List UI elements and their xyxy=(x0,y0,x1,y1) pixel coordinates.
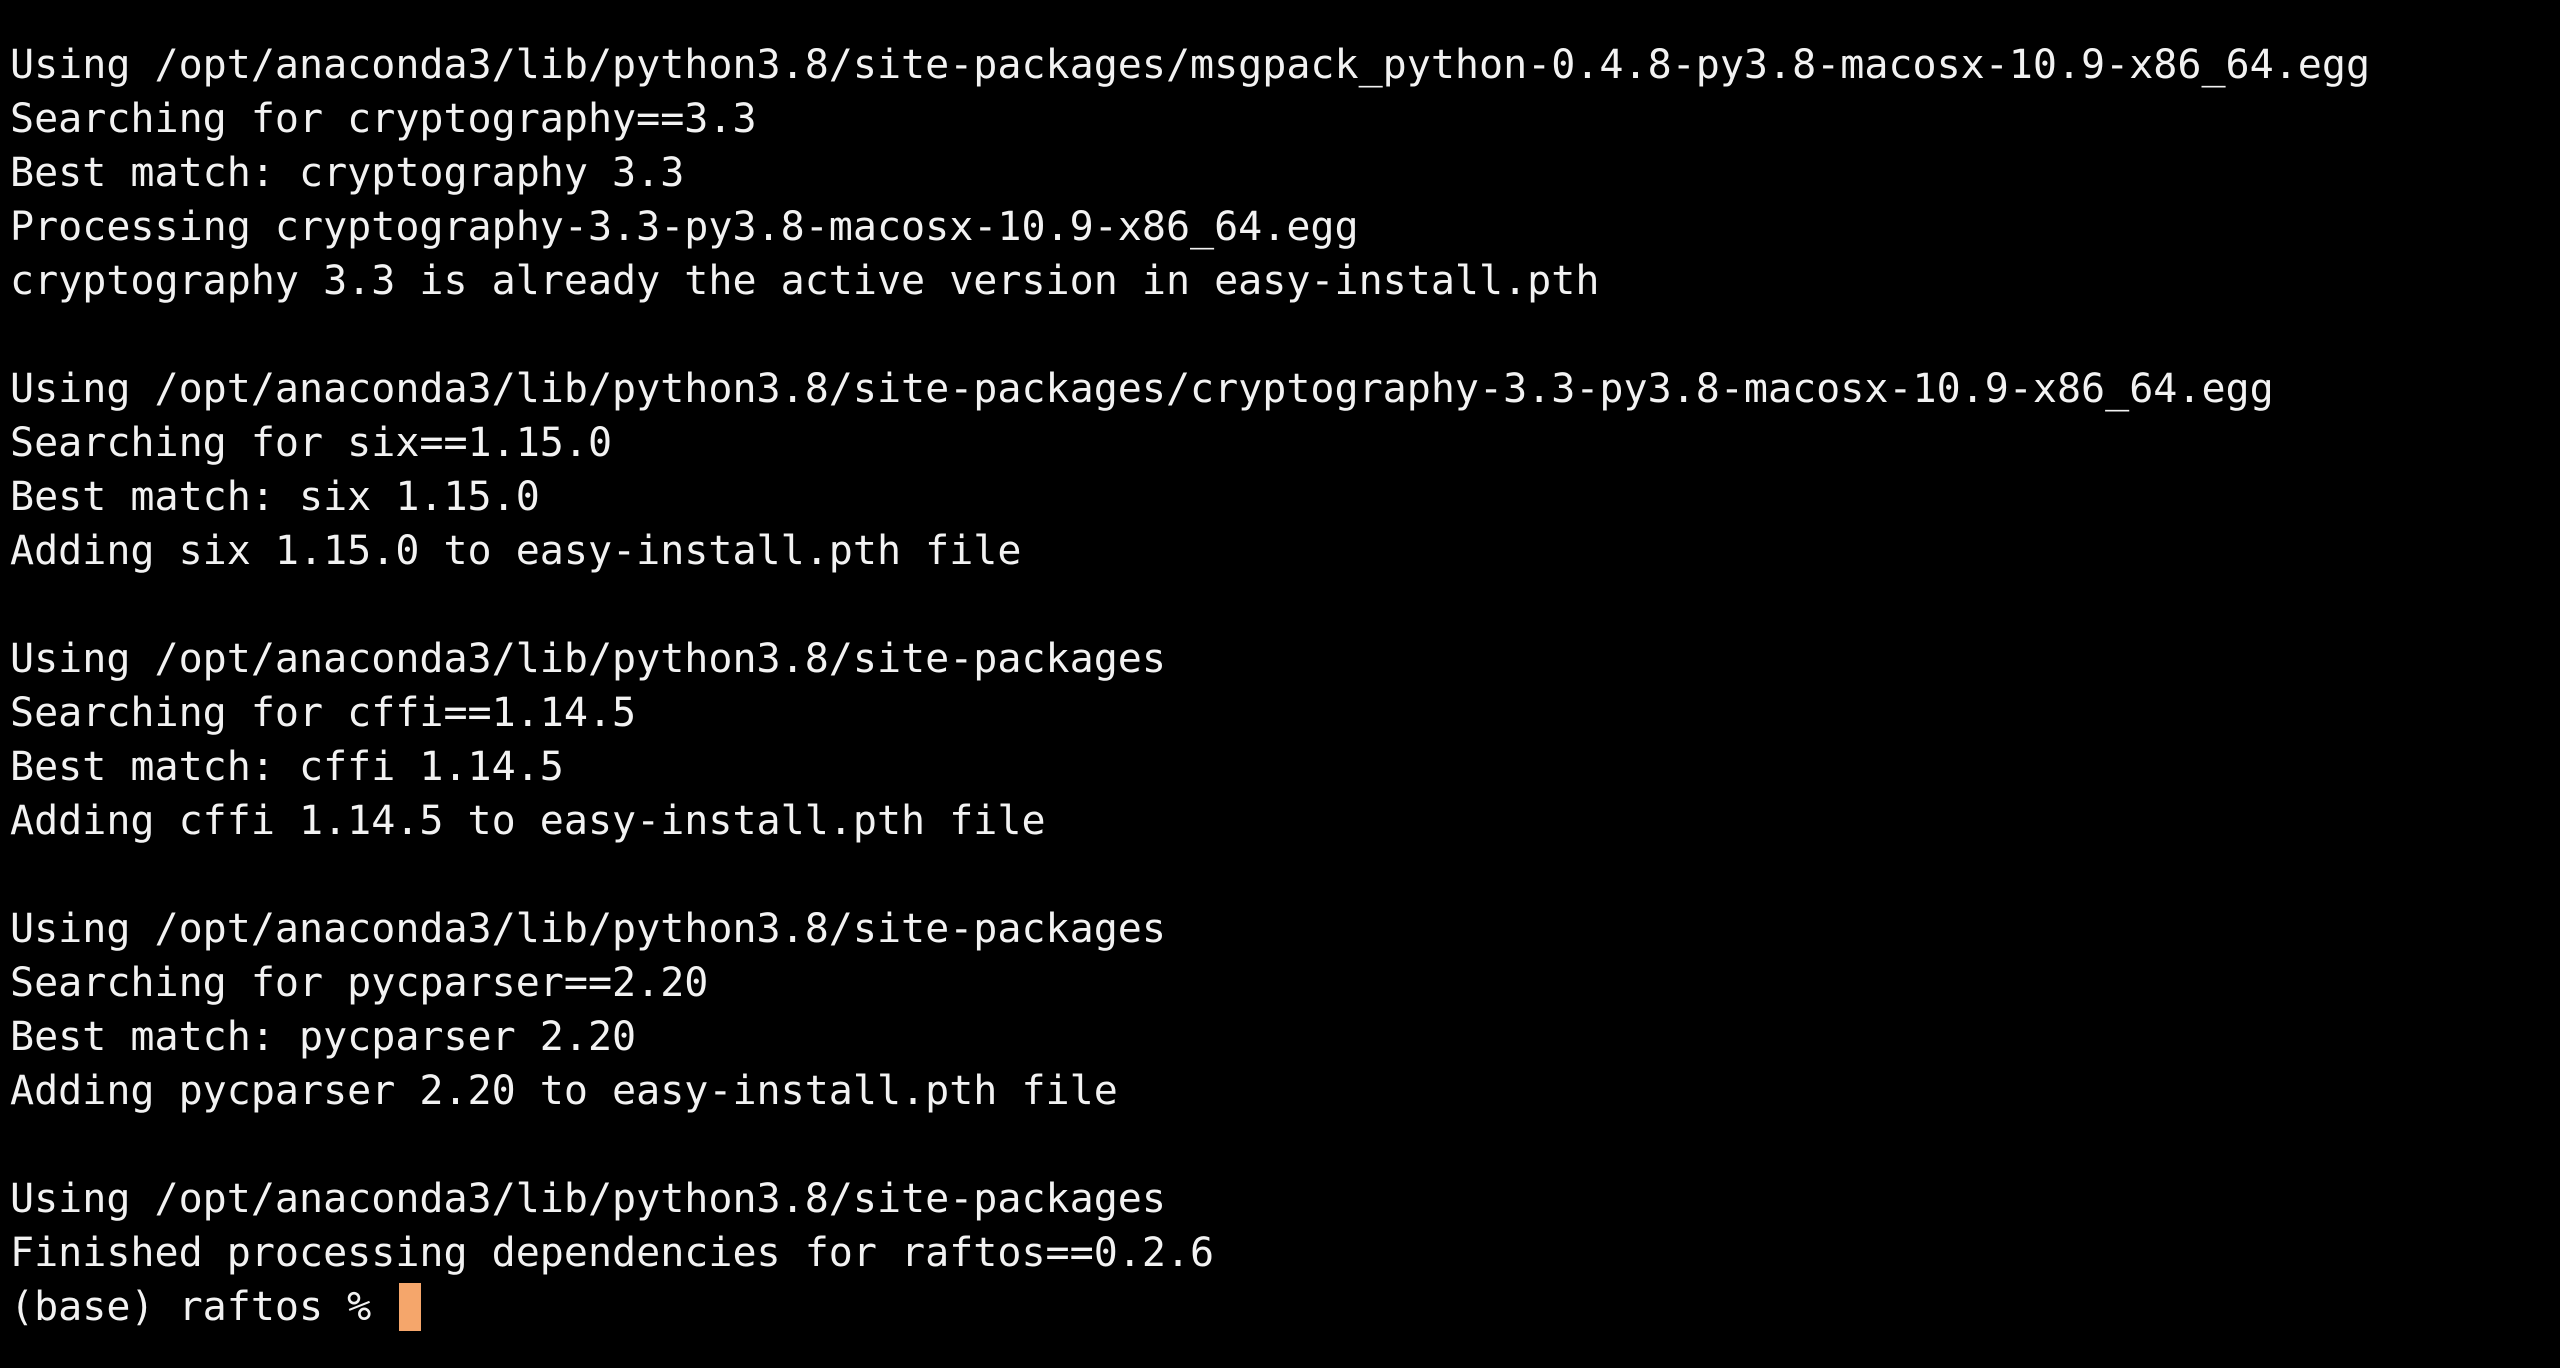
output-line: cryptography 3.3 is already the active v… xyxy=(10,258,1600,304)
output-line: Adding six 1.15.0 to easy-install.pth fi… xyxy=(10,528,1022,574)
text-cursor xyxy=(399,1283,422,1331)
output-line: Adding pycparser 2.20 to easy-install.pt… xyxy=(10,1068,1118,1114)
output-line: Using /opt/anaconda3/lib/python3.8/site-… xyxy=(10,42,2371,88)
output-line: Searching for six==1.15.0 xyxy=(10,420,613,466)
output-line: Using /opt/anaconda3/lib/python3.8/site-… xyxy=(10,636,1166,682)
output-line: Using /opt/anaconda3/lib/python3.8/site-… xyxy=(10,366,2274,412)
output-line: Best match: cryptography 3.3 xyxy=(10,150,685,196)
output-line: Finished processing dependencies for raf… xyxy=(10,1230,1215,1276)
output-line: Searching for cffi==1.14.5 xyxy=(10,690,637,736)
terminal-window[interactable]: Using /opt/anaconda3/lib/python3.8/site-… xyxy=(0,0,2560,1368)
output-line: Searching for pycparser==2.20 xyxy=(10,960,709,1006)
output-line: Using /opt/anaconda3/lib/python3.8/site-… xyxy=(10,1176,1166,1222)
shell-prompt: (base) raftos % xyxy=(10,1284,396,1330)
output-line: Using /opt/anaconda3/lib/python3.8/site-… xyxy=(10,906,1166,952)
output-line: Searching for cryptography==3.3 xyxy=(10,96,757,142)
prompt-line[interactable]: (base) raftos % xyxy=(10,1280,2560,1334)
output-line: Best match: cffi 1.14.5 xyxy=(10,744,564,790)
output-line: Best match: pycparser 2.20 xyxy=(10,1014,637,1060)
output-line: Best match: six 1.15.0 xyxy=(10,474,540,520)
output-line: Adding cffi 1.14.5 to easy-install.pth f… xyxy=(10,798,1046,844)
output-line: Processing cryptography-3.3-py3.8-macosx… xyxy=(10,204,1359,250)
